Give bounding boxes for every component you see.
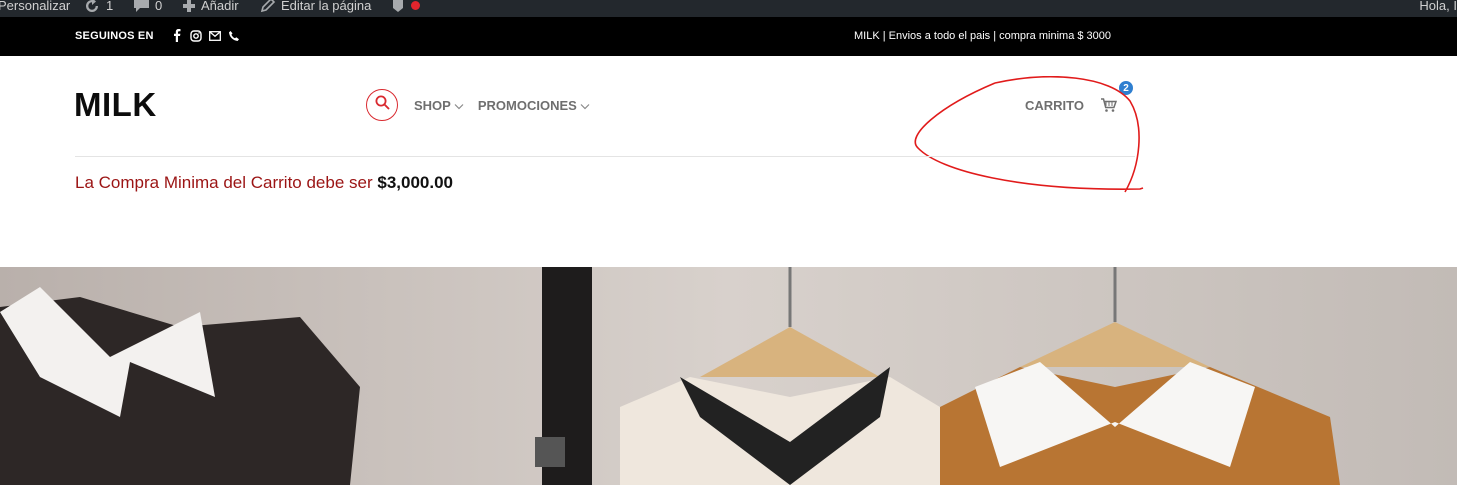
admin-user-menu[interactable]: Hola, I <box>1419 0 1457 14</box>
admin-edit-label: Editar la página <box>281 0 372 13</box>
updates-icon <box>83 0 101 13</box>
nav-item-promociones[interactable]: PROMOCIONES <box>478 98 590 113</box>
social-links <box>170 29 240 42</box>
comments-icon <box>133 0 150 13</box>
top-bar: SEGUINOS EN MILK | Envios a todo el pais… <box>0 17 1457 56</box>
cart-icon[interactable] <box>1100 97 1118 118</box>
admin-customize-link[interactable]: Personalizar <box>0 0 70 14</box>
facebook-icon[interactable] <box>170 29 183 42</box>
admin-seo-menu[interactable] <box>390 0 420 14</box>
nav-item-label: PROMOCIONES <box>477 98 577 113</box>
comments-count: 0 <box>155 0 163 13</box>
site-logo[interactable]: MILK <box>74 86 157 124</box>
nav-item-shop[interactable]: SHOP <box>414 98 464 113</box>
search-button[interactable] <box>366 89 398 121</box>
notice-amount: $3,000.00 <box>377 173 453 192</box>
notice-text: La Compra Minima del Carrito debe ser <box>75 173 373 192</box>
plus-icon <box>182 0 196 13</box>
admin-updates-link[interactable]: 1 <box>83 0 113 14</box>
follow-label: SEGUINOS EN <box>75 30 154 42</box>
minimum-order-notice: La Compra Minima del Carrito debe ser $3… <box>75 173 453 193</box>
admin-new-label: Añadir <box>201 0 239 13</box>
admin-customize-label: Personalizar <box>0 0 71 13</box>
hero-banner-image <box>0 267 1457 485</box>
wp-admin-bar: Personalizar 1 0 Añadir Editar la página… <box>0 0 1457 17</box>
search-icon <box>375 95 390 115</box>
updates-count: 1 <box>106 0 114 13</box>
cart-count-badge: 2 <box>1117 79 1135 97</box>
instagram-icon[interactable] <box>189 29 202 42</box>
seo-icon <box>390 0 406 13</box>
phone-icon[interactable] <box>227 29 240 42</box>
header-divider <box>75 156 1135 157</box>
pencil-icon <box>260 0 276 13</box>
main-nav: SHOP PROMOCIONES <box>414 98 590 113</box>
promo-text: MILK | Envios a todo el pais | compra mi… <box>854 30 1112 42</box>
admin-comments-link[interactable]: 0 <box>133 0 162 14</box>
nav-item-label: SHOP <box>414 98 451 113</box>
admin-edit-link[interactable]: Editar la página <box>260 0 371 14</box>
user-greeting: Hola, I <box>1419 0 1457 13</box>
cart-link[interactable]: CARRITO <box>1025 98 1084 113</box>
seo-status-dot <box>411 1 420 10</box>
site-header: MILK SHOP PROMOCIONES CARRITO 2 La Compr… <box>0 56 1457 267</box>
envelope-icon[interactable] <box>208 29 221 42</box>
chevron-down-icon <box>580 98 590 113</box>
chevron-down-icon <box>454 98 464 113</box>
admin-new-link[interactable]: Añadir <box>182 0 239 14</box>
